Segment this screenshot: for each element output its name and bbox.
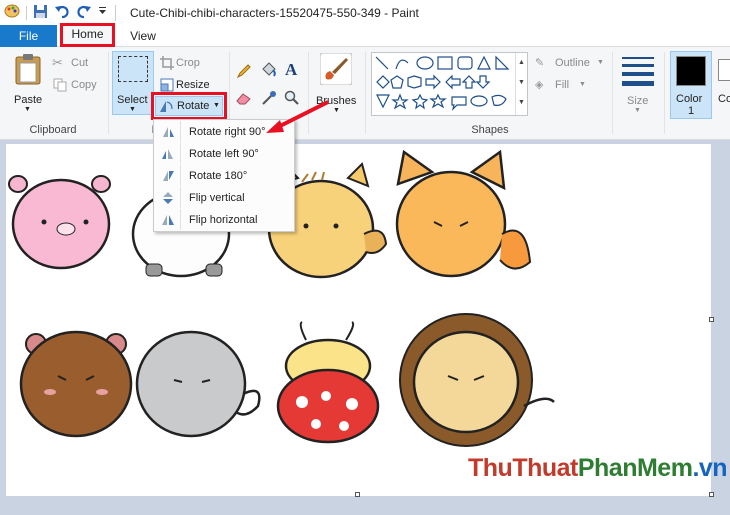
chevron-down-icon: ▼ xyxy=(597,59,604,66)
select-rectangle-icon xyxy=(118,56,148,82)
paste-button[interactable]: Paste ▼ xyxy=(8,51,48,115)
rotate-label: Rotate xyxy=(177,100,210,112)
outline-button[interactable]: ✎ Outline ▼ xyxy=(535,55,609,73)
divider xyxy=(612,52,613,134)
resize-label: Resize xyxy=(176,79,210,91)
ribbon-tabs: File Home View xyxy=(0,23,730,47)
tab-file[interactable]: File xyxy=(0,25,57,47)
divider xyxy=(108,52,109,134)
color1-button[interactable]: Color 1 xyxy=(670,51,712,119)
chevron-down-icon: ▼ xyxy=(333,107,340,114)
crop-label: Crop xyxy=(176,57,200,69)
brush-icon xyxy=(319,52,353,88)
rotate-icon xyxy=(158,99,174,116)
size-label: Size xyxy=(627,95,649,107)
crop-button[interactable]: Crop xyxy=(158,55,218,73)
rotate-left-icon xyxy=(155,143,181,164)
chevron-down-icon: ▼ xyxy=(579,81,586,88)
menu-item-label: Rotate 180° xyxy=(189,169,248,182)
rotate-button[interactable]: Rotate ▼ xyxy=(155,96,223,116)
color1-swatch xyxy=(676,56,706,86)
menu-item-flip-vertical[interactable]: Flip vertical xyxy=(155,187,294,208)
eraser-icon[interactable] xyxy=(236,91,252,108)
undo-icon[interactable] xyxy=(54,3,70,22)
clipboard-group-label: Clipboard xyxy=(29,124,77,136)
watermark-part3: .vn xyxy=(692,454,728,482)
color1-number: 1 xyxy=(688,105,695,117)
copy-label: Copy xyxy=(71,79,97,91)
size-button[interactable]: Size ▼ xyxy=(618,51,658,117)
text-tool-icon[interactable]: A xyxy=(285,60,297,80)
menu-item-rotate-180[interactable]: Rotate 180° xyxy=(155,165,294,186)
tab-view[interactable]: View xyxy=(122,25,164,47)
color1-label: Color xyxy=(676,93,703,105)
line-size-icon xyxy=(622,57,654,86)
color2-label: Co xyxy=(718,93,730,105)
quick-access-toolbar xyxy=(0,3,107,22)
menu-item-label: Rotate left 90° xyxy=(189,147,259,160)
menu-item-rotate-left[interactable]: Rotate left 90° xyxy=(155,143,294,164)
menu-item-label: Flip vertical xyxy=(189,191,245,204)
chevron-down-icon: ▼ xyxy=(24,106,31,113)
cut-button[interactable]: ✂ Cut xyxy=(52,55,102,73)
clipboard-icon xyxy=(14,53,42,88)
window-title: Cute-Chibi-chibi-characters-15520475-550… xyxy=(130,5,419,20)
outline-label: Outline xyxy=(555,57,590,69)
paste-label: Paste xyxy=(14,94,43,106)
chibi-characters-image xyxy=(8,149,555,447)
chevron-down-icon: ▼ xyxy=(634,107,641,114)
fill-button[interactable]: ◈ Fill ▼ xyxy=(535,77,595,95)
tab-home[interactable]: Home xyxy=(60,23,115,47)
color2-swatch xyxy=(718,59,730,81)
crop-icon xyxy=(160,56,174,73)
menu-item-label: Flip horizontal xyxy=(189,213,258,226)
divider xyxy=(664,52,665,134)
select-label: Select xyxy=(117,94,148,106)
fill-bucket-icon[interactable] xyxy=(260,61,278,82)
menu-item-label: Rotate right 90° xyxy=(189,125,266,138)
fill-label: Fill xyxy=(555,79,570,91)
paint-app-icon xyxy=(4,3,20,22)
ribbon-home: Paste ▼ ✂ Cut Copy Clipboard Select ▼ Cr… xyxy=(0,47,730,140)
copy-button[interactable]: Copy xyxy=(52,77,102,95)
annotation-arrow xyxy=(266,100,329,133)
resize-handle-bottom[interactable] xyxy=(355,492,360,497)
outline-icon: ✎ xyxy=(535,57,545,69)
cut-label: Cut xyxy=(71,57,89,69)
resize-handle-right[interactable] xyxy=(709,317,714,322)
divider xyxy=(365,52,366,134)
copy-icon xyxy=(53,78,67,95)
watermark: ThuThuatPhanMem.vn xyxy=(468,454,728,483)
select-button[interactable]: Select ▼ xyxy=(112,51,154,115)
rotate-180-icon xyxy=(155,165,181,186)
rotate-right-icon xyxy=(155,121,181,142)
resize-handle-corner[interactable] xyxy=(709,492,714,497)
customize-qat-icon[interactable] xyxy=(98,6,107,19)
chevron-down-icon: ▼ xyxy=(129,106,136,113)
watermark-part2: PhanMem xyxy=(577,454,693,482)
title-bar: Cute-Chibi-chibi-characters-15520475-550… xyxy=(0,0,730,25)
shapes-group-label: Shapes xyxy=(471,124,509,136)
fill-icon: ◈ xyxy=(535,79,544,91)
drawing-canvas[interactable] xyxy=(6,144,714,497)
flip-vertical-icon xyxy=(155,187,181,208)
shapes-gallery[interactable] xyxy=(371,52,528,116)
menu-item-flip-horizontal[interactable]: Flip horizontal xyxy=(155,209,294,230)
shapes-grid-icon xyxy=(375,55,510,111)
shapes-scrollbar[interactable]: ▲ ▼ ▼ xyxy=(515,53,527,115)
chevron-down-icon: ▼ xyxy=(213,102,220,109)
color2-button[interactable]: Co xyxy=(716,51,730,117)
flip-horizontal-icon xyxy=(155,209,181,230)
watermark-part1: ThuThuat xyxy=(468,454,578,482)
pencil-icon[interactable] xyxy=(236,63,252,82)
scissors-icon: ✂ xyxy=(52,55,63,70)
save-icon[interactable] xyxy=(33,4,48,22)
redo-icon[interactable] xyxy=(76,3,92,22)
